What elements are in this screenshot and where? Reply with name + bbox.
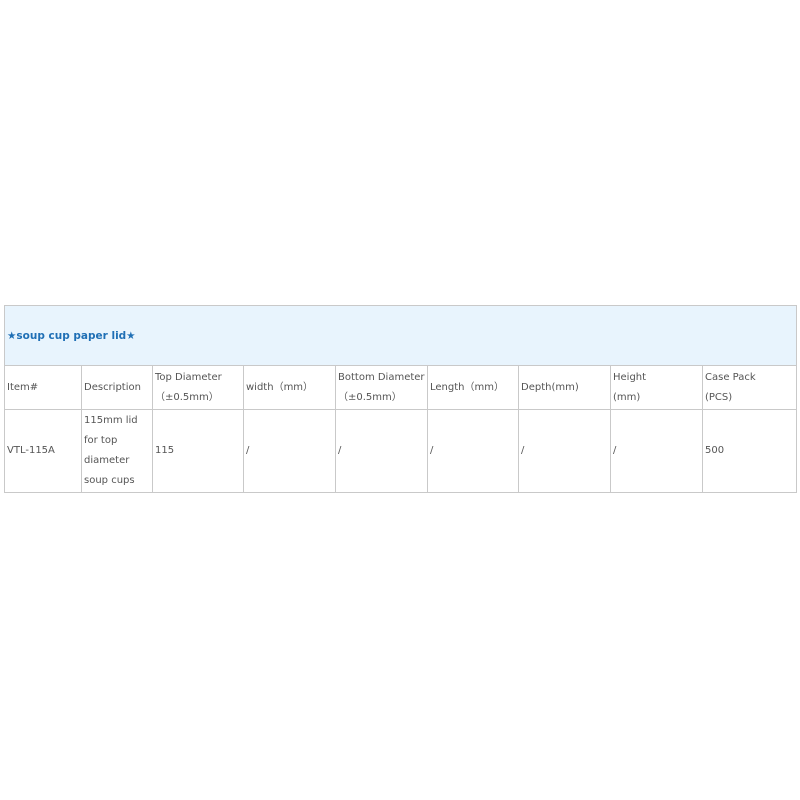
cell-length: / bbox=[427, 409, 519, 493]
header-width: width（mm） bbox=[243, 365, 336, 410]
cell-top-diameter: 115 bbox=[152, 409, 244, 493]
table-title-row: ★soup cup paper lid★ bbox=[3, 305, 798, 366]
header-top-diameter: Top Diameter （±0.5mm） bbox=[152, 365, 244, 410]
cell-bottom-diameter: / bbox=[335, 409, 428, 493]
header-bottom-diameter: Bottom Diameter （±0.5mm） bbox=[335, 365, 428, 410]
header-length: Length（mm） bbox=[427, 365, 519, 410]
cell-case-pack: 500 bbox=[701, 409, 798, 493]
table-header-row: Item# Description Top Diameter （±0.5mm） w… bbox=[4, 365, 798, 410]
cell-item: VTL-115A bbox=[4, 409, 82, 493]
table-row: VTL-115A 115mm lid for top diameter soup cu… bbox=[4, 409, 798, 493]
header-description: Description bbox=[81, 365, 153, 410]
header-case-pack: Case Pack (PCS) bbox=[701, 365, 798, 410]
header-height: Height (mm) bbox=[610, 365, 703, 410]
header-item: Item# bbox=[4, 365, 82, 410]
product-spec-table: ★soup cup paper lid★ Item# Description T… bbox=[3, 305, 798, 493]
table-title: ★soup cup paper lid★ bbox=[3, 305, 798, 366]
cell-description: 115mm lid for top diameter soup cups bbox=[81, 409, 153, 493]
header-depth: Depth(mm) bbox=[518, 365, 611, 410]
cell-depth: / bbox=[518, 409, 611, 493]
cell-height: / bbox=[610, 409, 703, 493]
cell-width: / bbox=[243, 409, 336, 493]
